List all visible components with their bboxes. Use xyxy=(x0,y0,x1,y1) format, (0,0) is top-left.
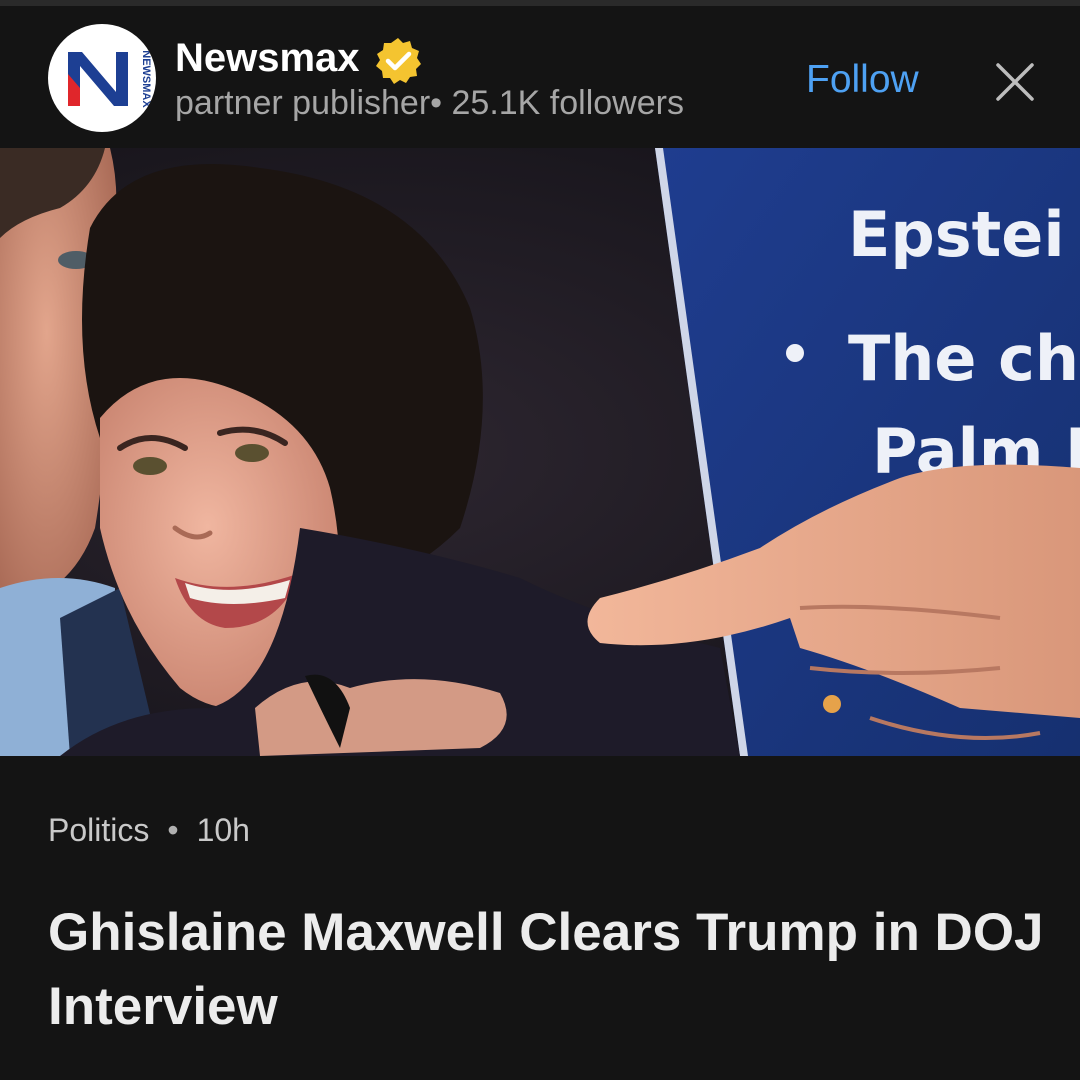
publisher-logo[interactable]: NEWSMAX xyxy=(48,24,156,132)
follow-button[interactable]: Follow xyxy=(806,58,919,102)
article-hero-image[interactable]: Epstei The ch Palm B xyxy=(0,148,1080,756)
publisher-name[interactable]: Newsmax xyxy=(175,36,360,81)
logo-subtext: NEWSMAX xyxy=(140,50,152,108)
board-bullet-orange xyxy=(823,695,841,713)
category-label[interactable]: Politics xyxy=(48,812,149,848)
board-bullet xyxy=(786,344,804,362)
article-headline[interactable]: Ghislaine Maxwell Clears Trump in DOJ In… xyxy=(48,896,1048,1044)
publisher-subtitle: partner publisher• 25.1K followers xyxy=(175,84,684,122)
article-age: 10h xyxy=(196,812,250,848)
board-word-1: Epstei xyxy=(848,198,1065,271)
publisher-header: NEWSMAX Newsmax partner publisher• 25.1K… xyxy=(0,6,1080,148)
board-word-2: The ch xyxy=(848,322,1079,395)
close-icon[interactable] xyxy=(994,61,1036,103)
meta-separator: • xyxy=(167,812,179,848)
woman-hand xyxy=(255,679,507,756)
verified-badge-icon xyxy=(376,38,421,84)
article-meta: Politics • 10h xyxy=(48,812,250,849)
